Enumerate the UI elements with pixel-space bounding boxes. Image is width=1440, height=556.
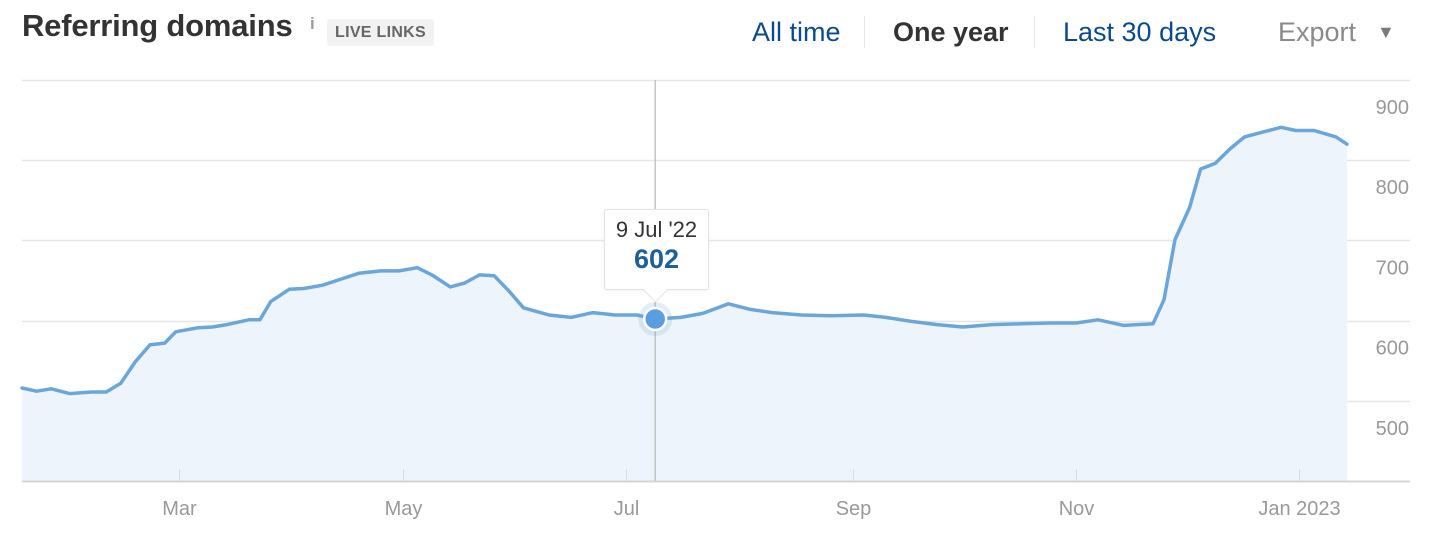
x-tick-label: May bbox=[385, 498, 423, 520]
y-tick-label: 600 bbox=[1376, 338, 1409, 360]
x-tick-label: Jan 2023 bbox=[1258, 498, 1340, 520]
x-tick-label: Jul bbox=[614, 498, 640, 520]
y-tick-label: 500 bbox=[1376, 418, 1409, 440]
referring-domains-chart[interactable]: 500 600 700 800 900 Mar May Jul Sep Nov Jan 2023 bbox=[0, 0, 1440, 556]
y-tick-label: 700 bbox=[1376, 257, 1409, 279]
y-tick-label: 800 bbox=[1376, 177, 1409, 199]
x-tick-label: Sep bbox=[836, 498, 872, 520]
y-tick-label: 900 bbox=[1376, 97, 1409, 119]
tooltip: 9 Jul '22 602 bbox=[604, 209, 709, 303]
x-tick-label: Nov bbox=[1059, 498, 1095, 520]
x-tick-label: Mar bbox=[162, 498, 197, 520]
tooltip-date: 9 Jul '22 bbox=[615, 217, 698, 242]
y-axis-labels: 500 600 700 800 900 bbox=[1376, 97, 1409, 440]
highlight-marker[interactable] bbox=[642, 306, 668, 332]
tooltip-value: 602 bbox=[633, 244, 680, 274]
series-area bbox=[22, 127, 1347, 482]
x-axis-labels: Mar May Jul Sep Nov Jan 2023 bbox=[162, 498, 1340, 520]
